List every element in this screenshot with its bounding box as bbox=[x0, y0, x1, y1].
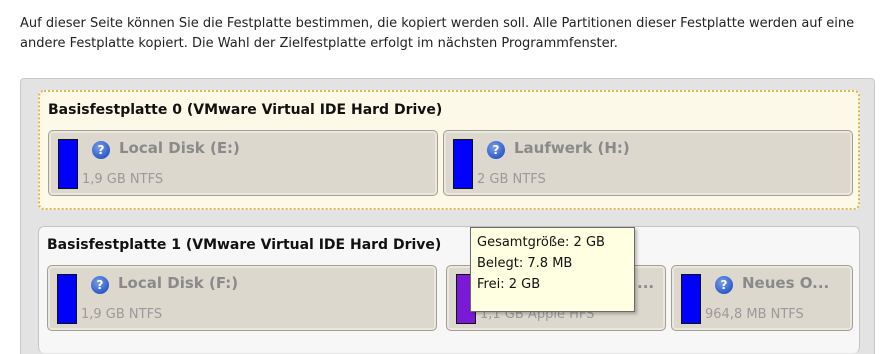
partition-local-disk-f[interactable]: ? Local Disk (F:) 1,9 GB NTFS bbox=[47, 265, 437, 331]
partition-info: 2 GB NTFS bbox=[477, 172, 546, 187]
partition-color-bar bbox=[58, 139, 78, 189]
intro-text: Auf dieser Seite können Sie die Festplat… bbox=[20, 16, 855, 51]
partition-info: 964,8 MB NTFS bbox=[705, 307, 804, 322]
partition-name: Neues O... bbox=[742, 274, 830, 292]
partition-name: Local Disk (F:) bbox=[118, 274, 239, 292]
partition-neues-o[interactable]: ? Neues O... 964,8 MB NTFS bbox=[671, 265, 853, 331]
help-icon: ? bbox=[92, 141, 110, 159]
partition-local-disk-e[interactable]: ? Local Disk (E:) 1,9 GB NTFS bbox=[48, 130, 438, 196]
disk-title: Basisfestplatte 0 (VMware Virtual IDE Ha… bbox=[48, 102, 443, 118]
tooltip-used-space: Belegt: 7.8 MB bbox=[477, 256, 573, 271]
partition-color-bar bbox=[681, 274, 701, 324]
partition-color-bar bbox=[57, 274, 77, 324]
tooltip-free-space: Frei: 2 GB bbox=[477, 277, 541, 292]
disk-title: Basisfestplatte 1 (VMware Virtual IDE Ha… bbox=[47, 237, 442, 253]
partition-color-bar bbox=[453, 139, 473, 189]
help-icon: ? bbox=[487, 141, 505, 159]
partition-info: 1,9 GB NTFS bbox=[82, 172, 164, 187]
help-icon: ? bbox=[91, 276, 109, 294]
partition-tooltip: Gesamtgröße: 2 GB Belegt: 7.8 MB Frei: 2… bbox=[470, 227, 635, 312]
partition-name: Local Disk (E:) bbox=[119, 139, 240, 157]
partition-name: ... bbox=[637, 274, 655, 292]
partition-name: Laufwerk (H:) bbox=[514, 139, 630, 157]
disk-1[interactable]: Basisfestplatte 1 (VMware Virtual IDE Ha… bbox=[38, 226, 860, 353]
partition-info: 1,9 GB NTFS bbox=[81, 307, 163, 322]
disk-0-selected[interactable]: Basisfestplatte 0 (VMware Virtual IDE Ha… bbox=[38, 90, 860, 210]
partition-laufwerk-h[interactable]: ? Laufwerk (H:) 2 GB NTFS bbox=[443, 130, 853, 196]
help-icon: ? bbox=[715, 276, 733, 294]
tooltip-total-size: Gesamtgröße: 2 GB bbox=[477, 235, 605, 250]
